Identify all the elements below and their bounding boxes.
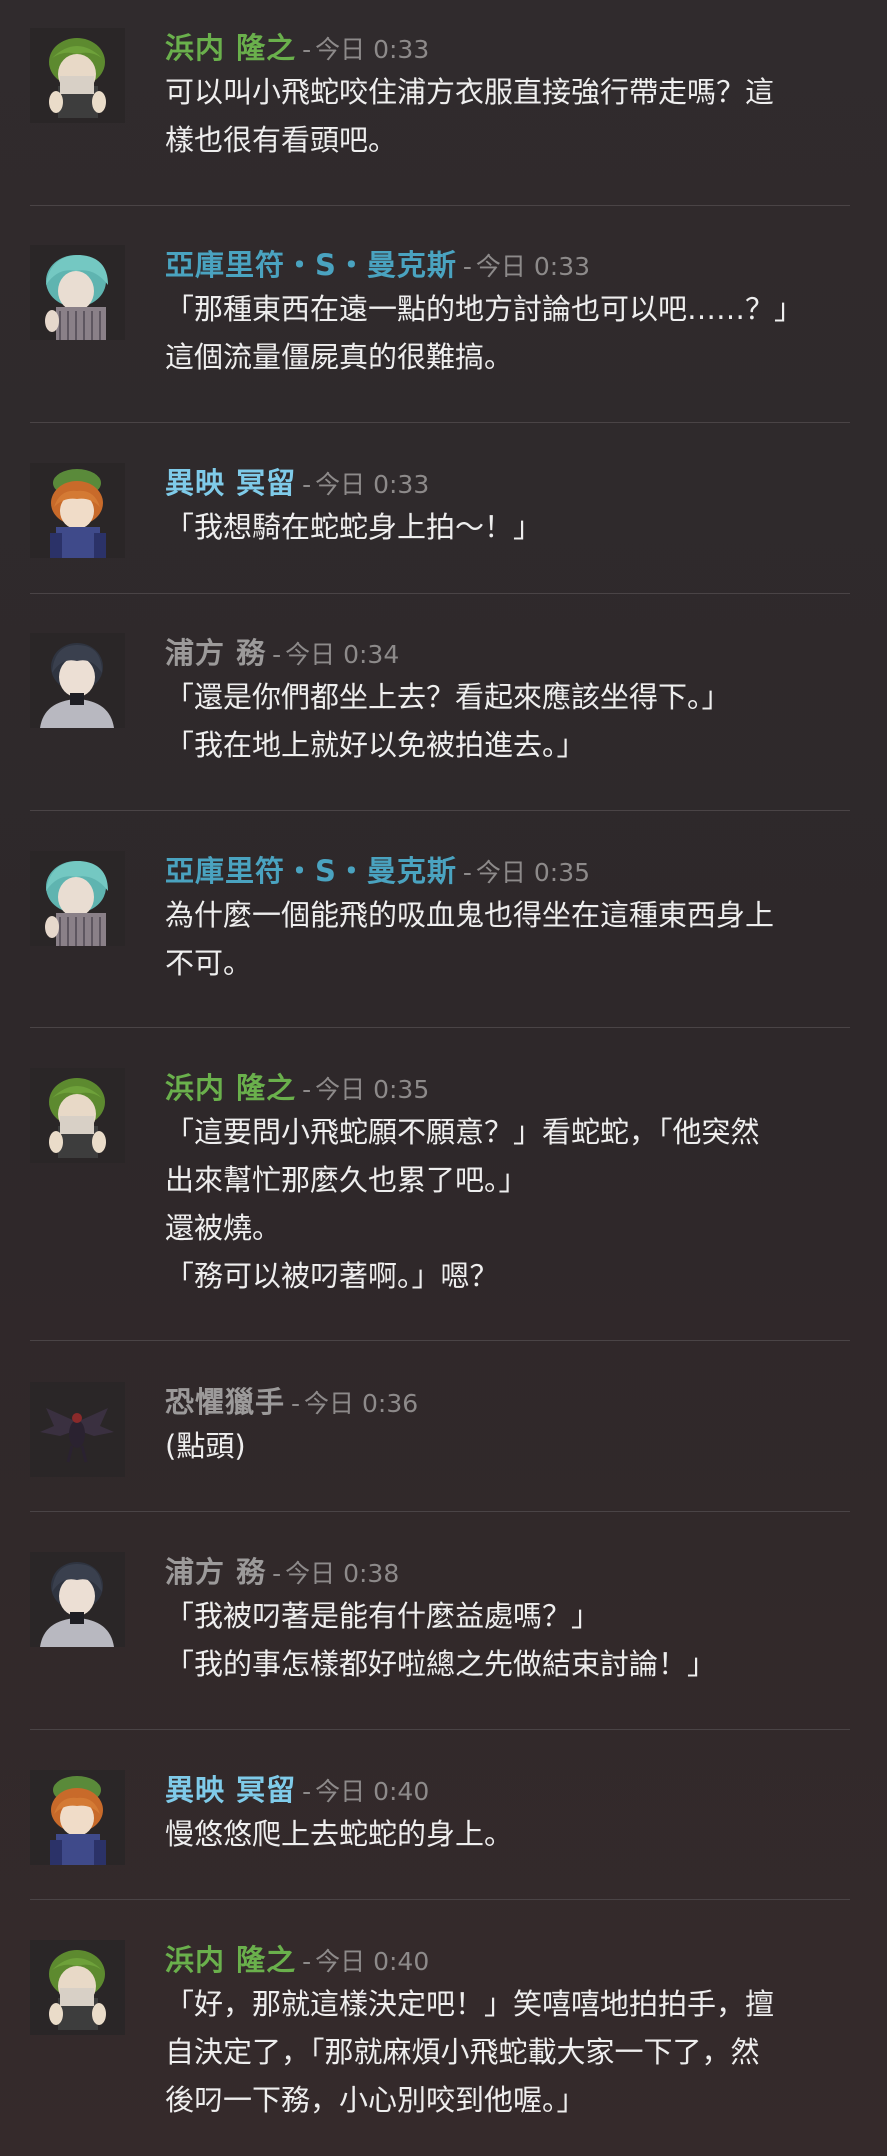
divider: [30, 422, 850, 423]
divider: [30, 1340, 850, 1341]
divider: [30, 1027, 850, 1028]
separator: -: [302, 1075, 312, 1104]
message-body: 為什麼一個能飛的吸血鬼也得坐在這種東西身上 不可。: [165, 891, 855, 987]
separator: -: [302, 35, 312, 64]
timestamp[interactable]: 今日 0:33: [315, 470, 429, 499]
message-feed: 浜内 隆之 - 今日 0:33 可以叫小飛蛇咬住浦方衣服直接強行帶走嗎？這 樣也很有…: [0, 0, 887, 2156]
message-line: 「我想騎在蛇蛇身上拍～！」: [165, 510, 543, 544]
message-body: (點頭): [165, 1422, 855, 1470]
divider: [30, 593, 850, 594]
message-line: (點頭): [165, 1429, 246, 1463]
message-body: 「這要問小飛蛇願不願意？」看蛇蛇，「他突然 出來幫忙那麼久也累了吧。」 還被燒。…: [165, 1108, 855, 1300]
message-line: 「那種東西在遠一點的地方討論也可以吧……？」: [165, 292, 804, 326]
separator: -: [302, 470, 312, 499]
green-haired-character-avatar-icon[interactable]: [30, 1940, 125, 2035]
divider: [30, 1729, 850, 1730]
message-body: 「好，那就這樣決定吧！」笑嘻嘻地拍拍手，擅 自決定了，「那就麻煩小飛蛇載大家一下…: [165, 1980, 855, 2124]
message-line: 後叼一下務，小心別咬到他喔。」: [165, 2083, 586, 2117]
divider: [30, 1899, 850, 1900]
message-line: 自決定了，「那就麻煩小飛蛇載大家一下了，然: [165, 2035, 760, 2069]
author-name[interactable]: 浦方 務: [165, 1555, 266, 1589]
timestamp[interactable]: 今日 0:33: [476, 252, 590, 281]
divider: [30, 205, 850, 206]
author-name[interactable]: 浜内 隆之: [165, 1071, 296, 1105]
timestamp[interactable]: 今日 0:38: [285, 1559, 399, 1588]
timestamp[interactable]: 今日 0:40: [315, 1947, 429, 1976]
separator: -: [302, 1947, 312, 1976]
message-body: 慢悠悠爬上去蛇蛇的身上。: [165, 1810, 855, 1858]
dark-haired-character-avatar-icon[interactable]: [30, 1552, 125, 1647]
divider: [30, 810, 850, 811]
message-line: 「我的事怎樣都好啦總之先做結束討論！」: [165, 1647, 717, 1681]
message-line: 「務可以被叼著啊。」嗯？: [165, 1259, 499, 1293]
author-name[interactable]: 浜内 隆之: [165, 31, 296, 65]
timestamp[interactable]: 今日 0:40: [315, 1777, 429, 1806]
message-line: 「這要問小飛蛇願不願意？」看蛇蛇，「他突然: [165, 1115, 760, 1149]
separator: -: [462, 252, 472, 281]
message-line: 還被燒。: [165, 1211, 282, 1245]
separator: -: [462, 858, 472, 887]
timestamp[interactable]: 今日 0:35: [476, 858, 590, 887]
message-line: 為什麼一個能飛的吸血鬼也得坐在這種東西身上: [165, 898, 775, 932]
separator: -: [302, 1777, 312, 1806]
separator: -: [272, 1559, 282, 1588]
winged-creature-avatar-icon[interactable]: [30, 1382, 125, 1477]
message-line: 「好，那就這樣決定吧！」笑嘻嘻地拍拍手，擅: [165, 1987, 775, 2021]
dark-haired-character-avatar-icon[interactable]: [30, 633, 125, 728]
message-line: 這個流量僵屍真的很難搞。: [165, 340, 514, 374]
timestamp[interactable]: 今日 0:34: [285, 640, 399, 669]
pumpkin-hat-character-avatar-icon[interactable]: [30, 1770, 125, 1865]
author-name[interactable]: 浜内 隆之: [165, 1943, 296, 1977]
timestamp[interactable]: 今日 0:33: [315, 35, 429, 64]
message-line: 不可。: [165, 946, 253, 980]
teal-haired-character-avatar-icon[interactable]: [30, 851, 125, 946]
message-line: 「還是你們都坐上去？看起來應該坐得下。」: [165, 680, 731, 714]
message-line: 可以叫小飛蛇咬住浦方衣服直接強行帶走嗎？這: [165, 75, 775, 109]
author-name[interactable]: 浦方 務: [165, 636, 266, 670]
pumpkin-hat-character-avatar-icon[interactable]: [30, 463, 125, 558]
timestamp[interactable]: 今日 0:35: [315, 1075, 429, 1104]
message-line: 慢悠悠爬上去蛇蛇的身上。: [165, 1817, 514, 1851]
separator: -: [291, 1389, 301, 1418]
message-body: 「那種東西在遠一點的地方討論也可以吧……？」 這個流量僵屍真的很難搞。: [165, 285, 855, 381]
message-line: 「我在地上就好以免被拍進去。」: [165, 728, 586, 762]
author-name[interactable]: 亞庫里符・S・曼克斯: [165, 248, 457, 282]
author-name[interactable]: 恐懼獵手: [165, 1385, 285, 1419]
message-line: 樣也很有看頭吧。: [165, 123, 398, 157]
author-name[interactable]: 亞庫里符・S・曼克斯: [165, 854, 457, 888]
green-haired-character-avatar-icon[interactable]: [30, 28, 125, 123]
divider: [30, 1511, 850, 1512]
message-line: 「我被叼著是能有什麼益處嗎？」: [165, 1599, 601, 1633]
message-body: 可以叫小飛蛇咬住浦方衣服直接強行帶走嗎？這 樣也很有看頭吧。: [165, 68, 855, 164]
message-body: 「我被叼著是能有什麼益處嗎？」 「我的事怎樣都好啦總之先做結束討論！」: [165, 1592, 855, 1688]
author-name[interactable]: 異映 冥留: [165, 466, 296, 500]
timestamp[interactable]: 今日 0:36: [304, 1389, 418, 1418]
message-line: 出來幫忙那麼久也累了吧。」: [165, 1163, 528, 1197]
separator: -: [272, 640, 282, 669]
message-body: 「還是你們都坐上去？看起來應該坐得下。」 「我在地上就好以免被拍進去。」: [165, 673, 855, 769]
message-body: 「我想騎在蛇蛇身上拍～！」: [165, 503, 855, 551]
teal-haired-character-avatar-icon[interactable]: [30, 245, 125, 340]
author-name[interactable]: 異映 冥留: [165, 1773, 296, 1807]
green-haired-character-avatar-icon[interactable]: [30, 1068, 125, 1163]
